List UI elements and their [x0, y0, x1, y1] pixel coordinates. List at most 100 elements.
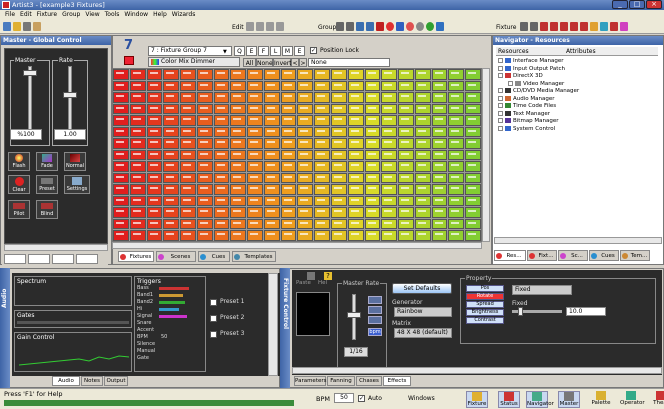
- fixture-tool-4-icon[interactable]: [570, 22, 578, 31]
- fixture-cell[interactable]: [465, 230, 481, 241]
- fixture-cell[interactable]: [163, 172, 180, 184]
- fixture-cell[interactable]: [163, 149, 180, 161]
- fixture-cell[interactable]: [263, 195, 280, 207]
- fixture-cell[interactable]: [280, 69, 297, 80]
- fixture-cell[interactable]: [465, 195, 481, 207]
- fixture-cell[interactable]: [431, 184, 448, 195]
- normal-button[interactable]: Normal: [64, 152, 86, 171]
- fixture-cell[interactable]: [196, 230, 213, 241]
- fixture-cell[interactable]: [247, 115, 263, 126]
- fixture-cell[interactable]: [414, 230, 431, 241]
- fixture-cell[interactable]: [196, 218, 213, 230]
- fixture-cell[interactable]: [297, 149, 314, 161]
- fixture-cell[interactable]: [146, 172, 163, 184]
- fixture-cell[interactable]: [230, 195, 247, 207]
- fixture-cell[interactable]: [196, 195, 213, 207]
- fixture-cell[interactable]: [314, 218, 331, 230]
- expand-icon[interactable]: [498, 65, 503, 71]
- fixture-cell[interactable]: [163, 92, 180, 103]
- fixture-cell[interactable]: [280, 230, 297, 241]
- fixture-cell[interactable]: [129, 218, 146, 230]
- settings-button[interactable]: Settings: [64, 175, 90, 194]
- fixture-cell[interactable]: [297, 172, 314, 184]
- fixture-cell[interactable]: [414, 126, 431, 138]
- fixture-cell[interactable]: [230, 138, 247, 149]
- fixture-cell[interactable]: [331, 103, 347, 115]
- fixture-cell[interactable]: [230, 126, 247, 138]
- fixture-cell[interactable]: [230, 207, 247, 218]
- fixture-cell[interactable]: [381, 230, 398, 241]
- fixture-cell[interactable]: [113, 149, 129, 161]
- fixture-cell[interactable]: [314, 69, 331, 80]
- fixture-cell[interactable]: [465, 92, 481, 103]
- property-brightness-button[interactable]: Brightness: [466, 309, 504, 316]
- fixture-filter-select[interactable]: None: [308, 58, 390, 67]
- fixture-cell[interactable]: [431, 172, 448, 184]
- fixture-cell[interactable]: [414, 92, 431, 103]
- fixture-cell[interactable]: [146, 138, 163, 149]
- fixture-cell[interactable]: [448, 149, 465, 161]
- fixture-cell[interactable]: [247, 161, 263, 172]
- fixture-cell[interactable]: [364, 92, 381, 103]
- fixture-cell[interactable]: [180, 92, 196, 103]
- fixture-cell[interactable]: [364, 161, 381, 172]
- fixture-cell[interactable]: [398, 126, 414, 138]
- fixture-cell[interactable]: [398, 172, 414, 184]
- fixture-cell[interactable]: [129, 172, 146, 184]
- next-button[interactable]: >: [299, 58, 307, 67]
- fixture-cell[interactable]: [431, 115, 448, 126]
- property-pos-button[interactable]: Pos: [466, 285, 504, 292]
- fixture-cell[interactable]: [364, 195, 381, 207]
- status-theat-button[interactable]: Theat: [650, 391, 664, 408]
- minimize-button[interactable]: _: [612, 0, 628, 9]
- tree-item[interactable]: Time Code Files: [498, 103, 648, 111]
- rate-step-1[interactable]: [368, 296, 382, 304]
- fixture-cell[interactable]: [146, 218, 163, 230]
- fixture-cell[interactable]: [129, 138, 146, 149]
- fixture-cell[interactable]: [347, 138, 364, 149]
- fixture-cell[interactable]: [331, 218, 347, 230]
- fixture-cell[interactable]: [314, 161, 331, 172]
- fixture-cell[interactable]: [381, 80, 398, 92]
- master-value-field[interactable]: %100: [10, 129, 42, 140]
- fixture-cell[interactable]: [331, 138, 347, 149]
- fixture-cell[interactable]: [213, 115, 230, 126]
- letter-button-2[interactable]: F: [258, 46, 269, 56]
- fixture-cell[interactable]: [347, 230, 364, 241]
- fixture-cell[interactable]: [465, 115, 481, 126]
- audio-tab-output[interactable]: Output: [104, 376, 128, 386]
- preset-checkbox[interactable]: [210, 315, 217, 322]
- master-fader-thumb[interactable]: [23, 70, 37, 76]
- fixture-cell[interactable]: [398, 80, 414, 92]
- bpm-button[interactable]: bpm: [368, 328, 382, 336]
- fixture-cell[interactable]: [230, 184, 247, 195]
- fixture-cell[interactable]: [314, 195, 331, 207]
- fixture-cell[interactable]: [213, 92, 230, 103]
- fixture-cell[interactable]: [180, 126, 196, 138]
- gray-dot-icon[interactable]: [416, 22, 424, 31]
- fixture-cell[interactable]: [314, 126, 331, 138]
- fixture-cell[interactable]: [163, 184, 180, 195]
- effects-hscroll[interactable]: [292, 367, 662, 374]
- master-tab-3-icon[interactable]: [52, 254, 74, 264]
- fixture-cell[interactable]: [113, 172, 129, 184]
- fixture-cell[interactable]: [347, 103, 364, 115]
- fixture-cell[interactable]: [146, 230, 163, 241]
- arrow-right-icon[interactable]: [366, 22, 374, 31]
- fixture-cell[interactable]: [113, 161, 129, 172]
- fixture-cell[interactable]: [331, 172, 347, 184]
- fixture-cell[interactable]: [163, 161, 180, 172]
- fixture-tool-8-icon[interactable]: [610, 22, 618, 31]
- fixture-cell[interactable]: [465, 184, 481, 195]
- fixture-cell[interactable]: [331, 149, 347, 161]
- navigator-tab-0[interactable]: Res...: [494, 250, 526, 261]
- fixture-cell[interactable]: [180, 69, 196, 80]
- fixture-cell[interactable]: [381, 207, 398, 218]
- fixture-cell[interactable]: [263, 80, 280, 92]
- property-spread-button[interactable]: Spread: [466, 301, 504, 308]
- fixture-cell[interactable]: [314, 230, 331, 241]
- fixture-cell[interactable]: [448, 80, 465, 92]
- fixture-vscroll[interactable]: [482, 68, 490, 242]
- menu-wizards[interactable]: Wizards: [172, 11, 196, 18]
- fixture-cell[interactable]: [163, 138, 180, 149]
